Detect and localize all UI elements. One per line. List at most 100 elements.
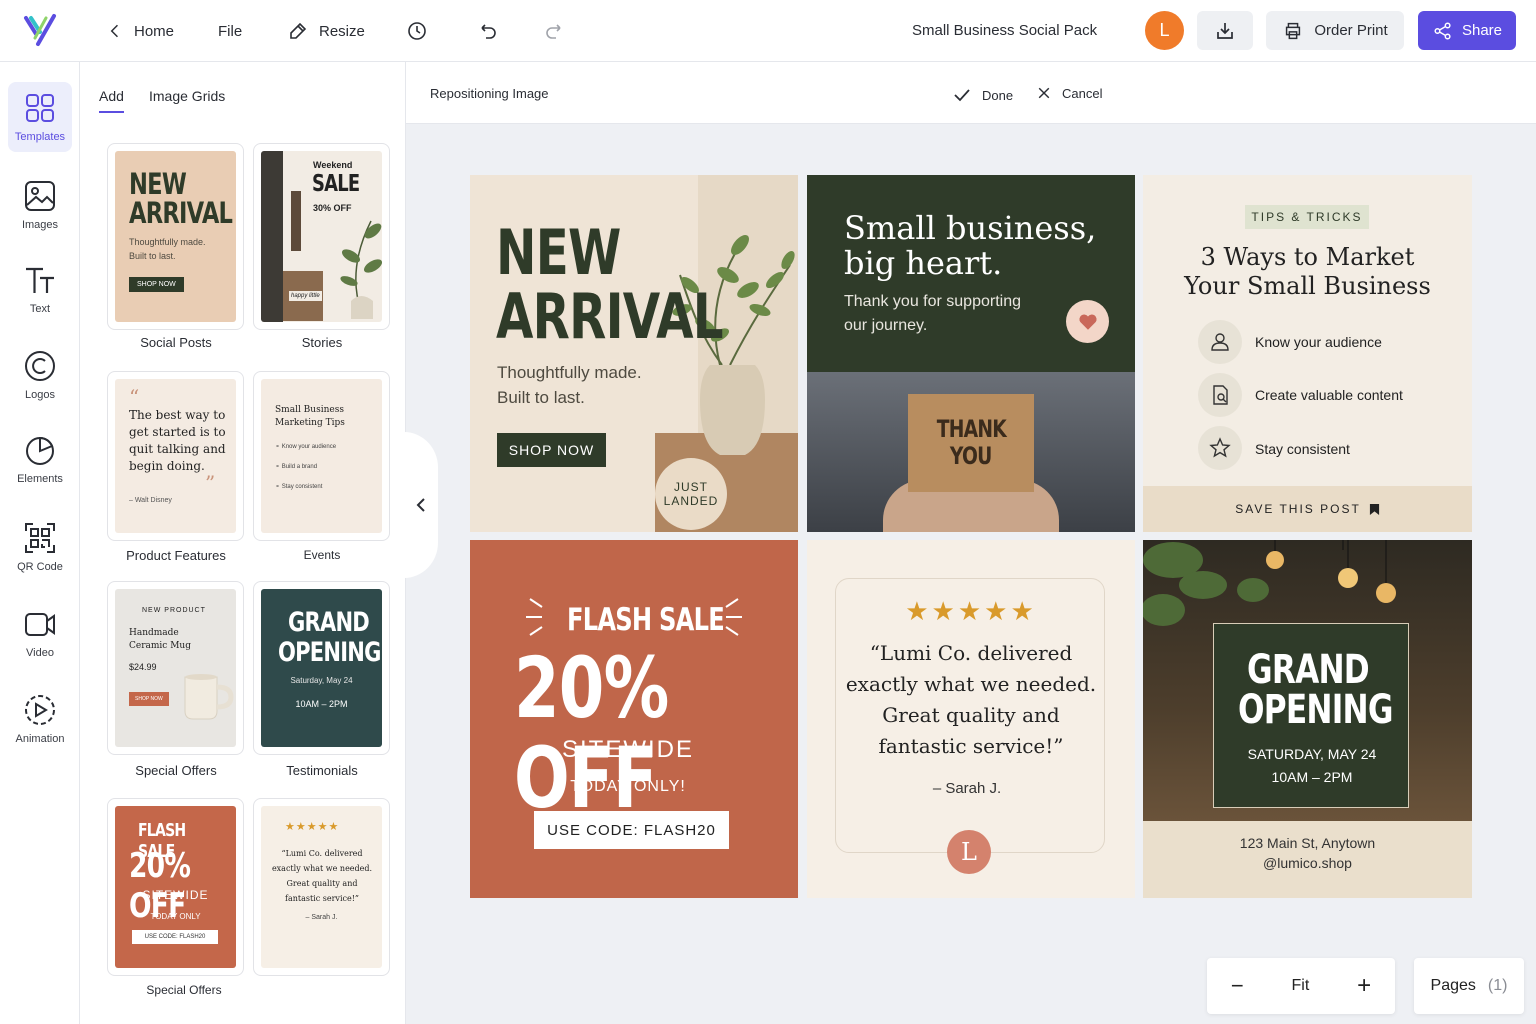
resize-label: Resize — [319, 22, 365, 40]
rail-images[interactable]: Images — [8, 170, 72, 240]
t2-sign: happy little — [289, 291, 322, 301]
canvas-new-arrival[interactable]: NEW ARRIVAL Thoughtfully made. Built to … — [470, 175, 798, 532]
t1-line2: Built to last. — [129, 251, 176, 261]
printer-icon — [1286, 22, 1301, 39]
canvas-tips[interactable]: TIPS & TRICKS 3 Ways to Market Your Smal… — [1143, 175, 1472, 532]
template-reviews-preview: ★★★★★ “Lumi Co. delivered exactly what w… — [261, 806, 382, 968]
template-events-preview: Small Business Marketing Tips ⚬ Know you… — [261, 379, 382, 533]
resize-button[interactable]: Resize — [287, 0, 365, 62]
template-product-features[interactable]: “ The best way to get started is to quit… — [107, 371, 244, 541]
c5-q4: fantastic service!” — [878, 734, 1064, 758]
c6-title1: GRAND — [1247, 647, 1370, 693]
template-testimonials[interactable]: GRAND OPENING Saturday, May 24 10AM – 2P… — [253, 581, 390, 755]
canvas-flash-sale[interactable]: FLASH SALE 20% OFF SITEWIDE TODAY ONLY! … — [470, 540, 798, 898]
t1-title2: ARRIVAL — [129, 196, 233, 230]
rail-logos[interactable]: Logos — [8, 340, 72, 410]
cancel-button[interactable]: Cancel — [1036, 85, 1102, 101]
history-button[interactable] — [406, 0, 428, 62]
c4-pct: 20% OFF — [514, 639, 669, 827]
user-avatar[interactable]: L — [1145, 11, 1184, 50]
canvas-thank-you[interactable]: Small business, big heart. Thank you for… — [807, 175, 1135, 532]
done-button[interactable]: Done — [952, 85, 1013, 105]
t3-author: – Walt Disney — [129, 497, 172, 504]
download-icon — [1217, 22, 1233, 39]
t2-weekend: Weekend — [313, 160, 353, 170]
c2-box: THANK YOU — [908, 394, 1034, 492]
qr-code-icon — [25, 523, 55, 553]
history-icon — [408, 22, 426, 40]
template-reviews[interactable]: ★★★★★ “Lumi Co. delivered exactly what w… — [253, 798, 390, 976]
zoom-out-button[interactable]: − — [1231, 973, 1244, 999]
file-menu[interactable]: File — [218, 0, 242, 62]
c6-footer: 123 Main St, Anytown @lumico.shop — [1143, 821, 1472, 898]
download-button[interactable] — [1197, 11, 1253, 50]
rail-elements[interactable]: Elements — [8, 424, 72, 494]
tab-image-grids[interactable]: Image Grids — [149, 88, 225, 104]
check-icon — [954, 89, 970, 102]
rail-elements-label: Elements — [17, 473, 63, 485]
template-flash-sale[interactable]: FLASH SALE 20% OFF SITEWIDE TODAY ONLY U… — [107, 798, 244, 976]
t4-title1: Small Business — [275, 405, 344, 415]
rail-templates-label: Templates — [14, 131, 66, 143]
resize-icon — [290, 22, 307, 39]
pages-button[interactable]: Pages (1) — [1414, 958, 1524, 1014]
label-testimonials: Testimonials — [286, 763, 358, 778]
zoom-fit-button[interactable]: Fit — [1292, 977, 1310, 995]
users-icon — [1198, 320, 1242, 364]
c3-item-2: Create valuable content — [1255, 387, 1403, 403]
t1-line1: Thoughtfully made. — [129, 237, 206, 247]
file-label: File — [218, 22, 243, 40]
chevron-left-icon — [416, 498, 425, 512]
t4-item-3: ⚬ Stay consistent — [275, 484, 323, 490]
template-events[interactable]: Small Business Marketing Tips ⚬ Know you… — [253, 371, 390, 541]
template-product-features-preview: “ The best way to get started is to quit… — [115, 379, 236, 533]
c3-kicker: TIPS & TRICKS — [1245, 205, 1369, 229]
undo-button[interactable] — [476, 0, 498, 62]
collapse-panel-button[interactable] — [404, 432, 438, 578]
done-label: Done — [982, 87, 1014, 103]
t1-button: SHOP NOW — [129, 277, 184, 292]
c1-badge-line2: LANDED — [663, 494, 719, 508]
c3-title2: Your Small Business — [1184, 272, 1431, 300]
rail-animation-label: Animation — [15, 733, 65, 745]
share-button[interactable]: Share — [1418, 11, 1516, 50]
c4-today: TODAY ONLY! — [570, 778, 686, 795]
c1-shop-now-button[interactable]: SHOP NOW — [497, 433, 606, 467]
rail-templates[interactable]: Templates — [8, 82, 72, 152]
document-title[interactable]: Small Business Social Pack — [912, 22, 1097, 39]
templates-icon — [26, 94, 54, 122]
c3-item-3: Stay consistent — [1255, 441, 1350, 457]
rail-animation[interactable]: Animation — [8, 684, 72, 754]
redo-button[interactable] — [544, 0, 566, 62]
template-special-offers-preview: NEW PRODUCT Handmade Ceramic Mug $24.99 … — [115, 589, 236, 747]
copyright-icon — [25, 351, 55, 381]
rail-video[interactable]: Video — [8, 598, 72, 668]
tab-add[interactable]: Add — [99, 88, 124, 113]
canvas-testimonial[interactable]: ★★★★★ “Lumi Co. delivered exactly what w… — [807, 540, 1135, 898]
elements-icon — [26, 436, 54, 465]
canvas-grand-opening[interactable]: GRAND OPENING SATURDAY, MAY 24 10AM – 2P… — [1143, 540, 1472, 898]
t7-site: SITEWIDE — [142, 888, 209, 902]
template-story-preview: Weekend SALE 30% OFF happy little — [261, 151, 382, 322]
home-button[interactable]: Home — [106, 0, 174, 62]
t5-price: $24.99 — [129, 662, 157, 672]
template-story[interactable]: Weekend SALE 30% OFF happy little — [253, 143, 390, 330]
c4-code: USE CODE: FLASH20 — [534, 811, 729, 849]
t2-plant-icon — [340, 220, 382, 319]
rail-text-label: Text — [29, 303, 51, 315]
reposition-label: Repositioning Image — [430, 86, 549, 101]
c5-q2: exactly what we needed. — [845, 672, 1097, 696]
rail-qr-code[interactable]: QR Code — [8, 512, 72, 582]
zoom-in-button[interactable]: + — [1357, 972, 1371, 1000]
template-special-offers[interactable]: NEW PRODUCT Handmade Ceramic Mug $24.99 … — [107, 581, 244, 755]
template-social-post[interactable]: NEW ARRIVAL Thoughtfully made. Built to … — [107, 143, 244, 330]
app-logo-icon[interactable] — [22, 12, 58, 48]
label-special-offers: Special Offers — [135, 763, 217, 778]
rail-text[interactable]: Text — [8, 254, 72, 324]
c1-title1: NEW — [496, 216, 621, 289]
c2-photo: THANK YOU — [807, 372, 1135, 532]
c2-box-line2: YOU — [950, 442, 992, 470]
c6-title2: OPENING — [1238, 687, 1393, 733]
t2-off: 30% OFF — [313, 203, 352, 213]
order-print-button[interactable]: Order Print — [1266, 11, 1404, 50]
